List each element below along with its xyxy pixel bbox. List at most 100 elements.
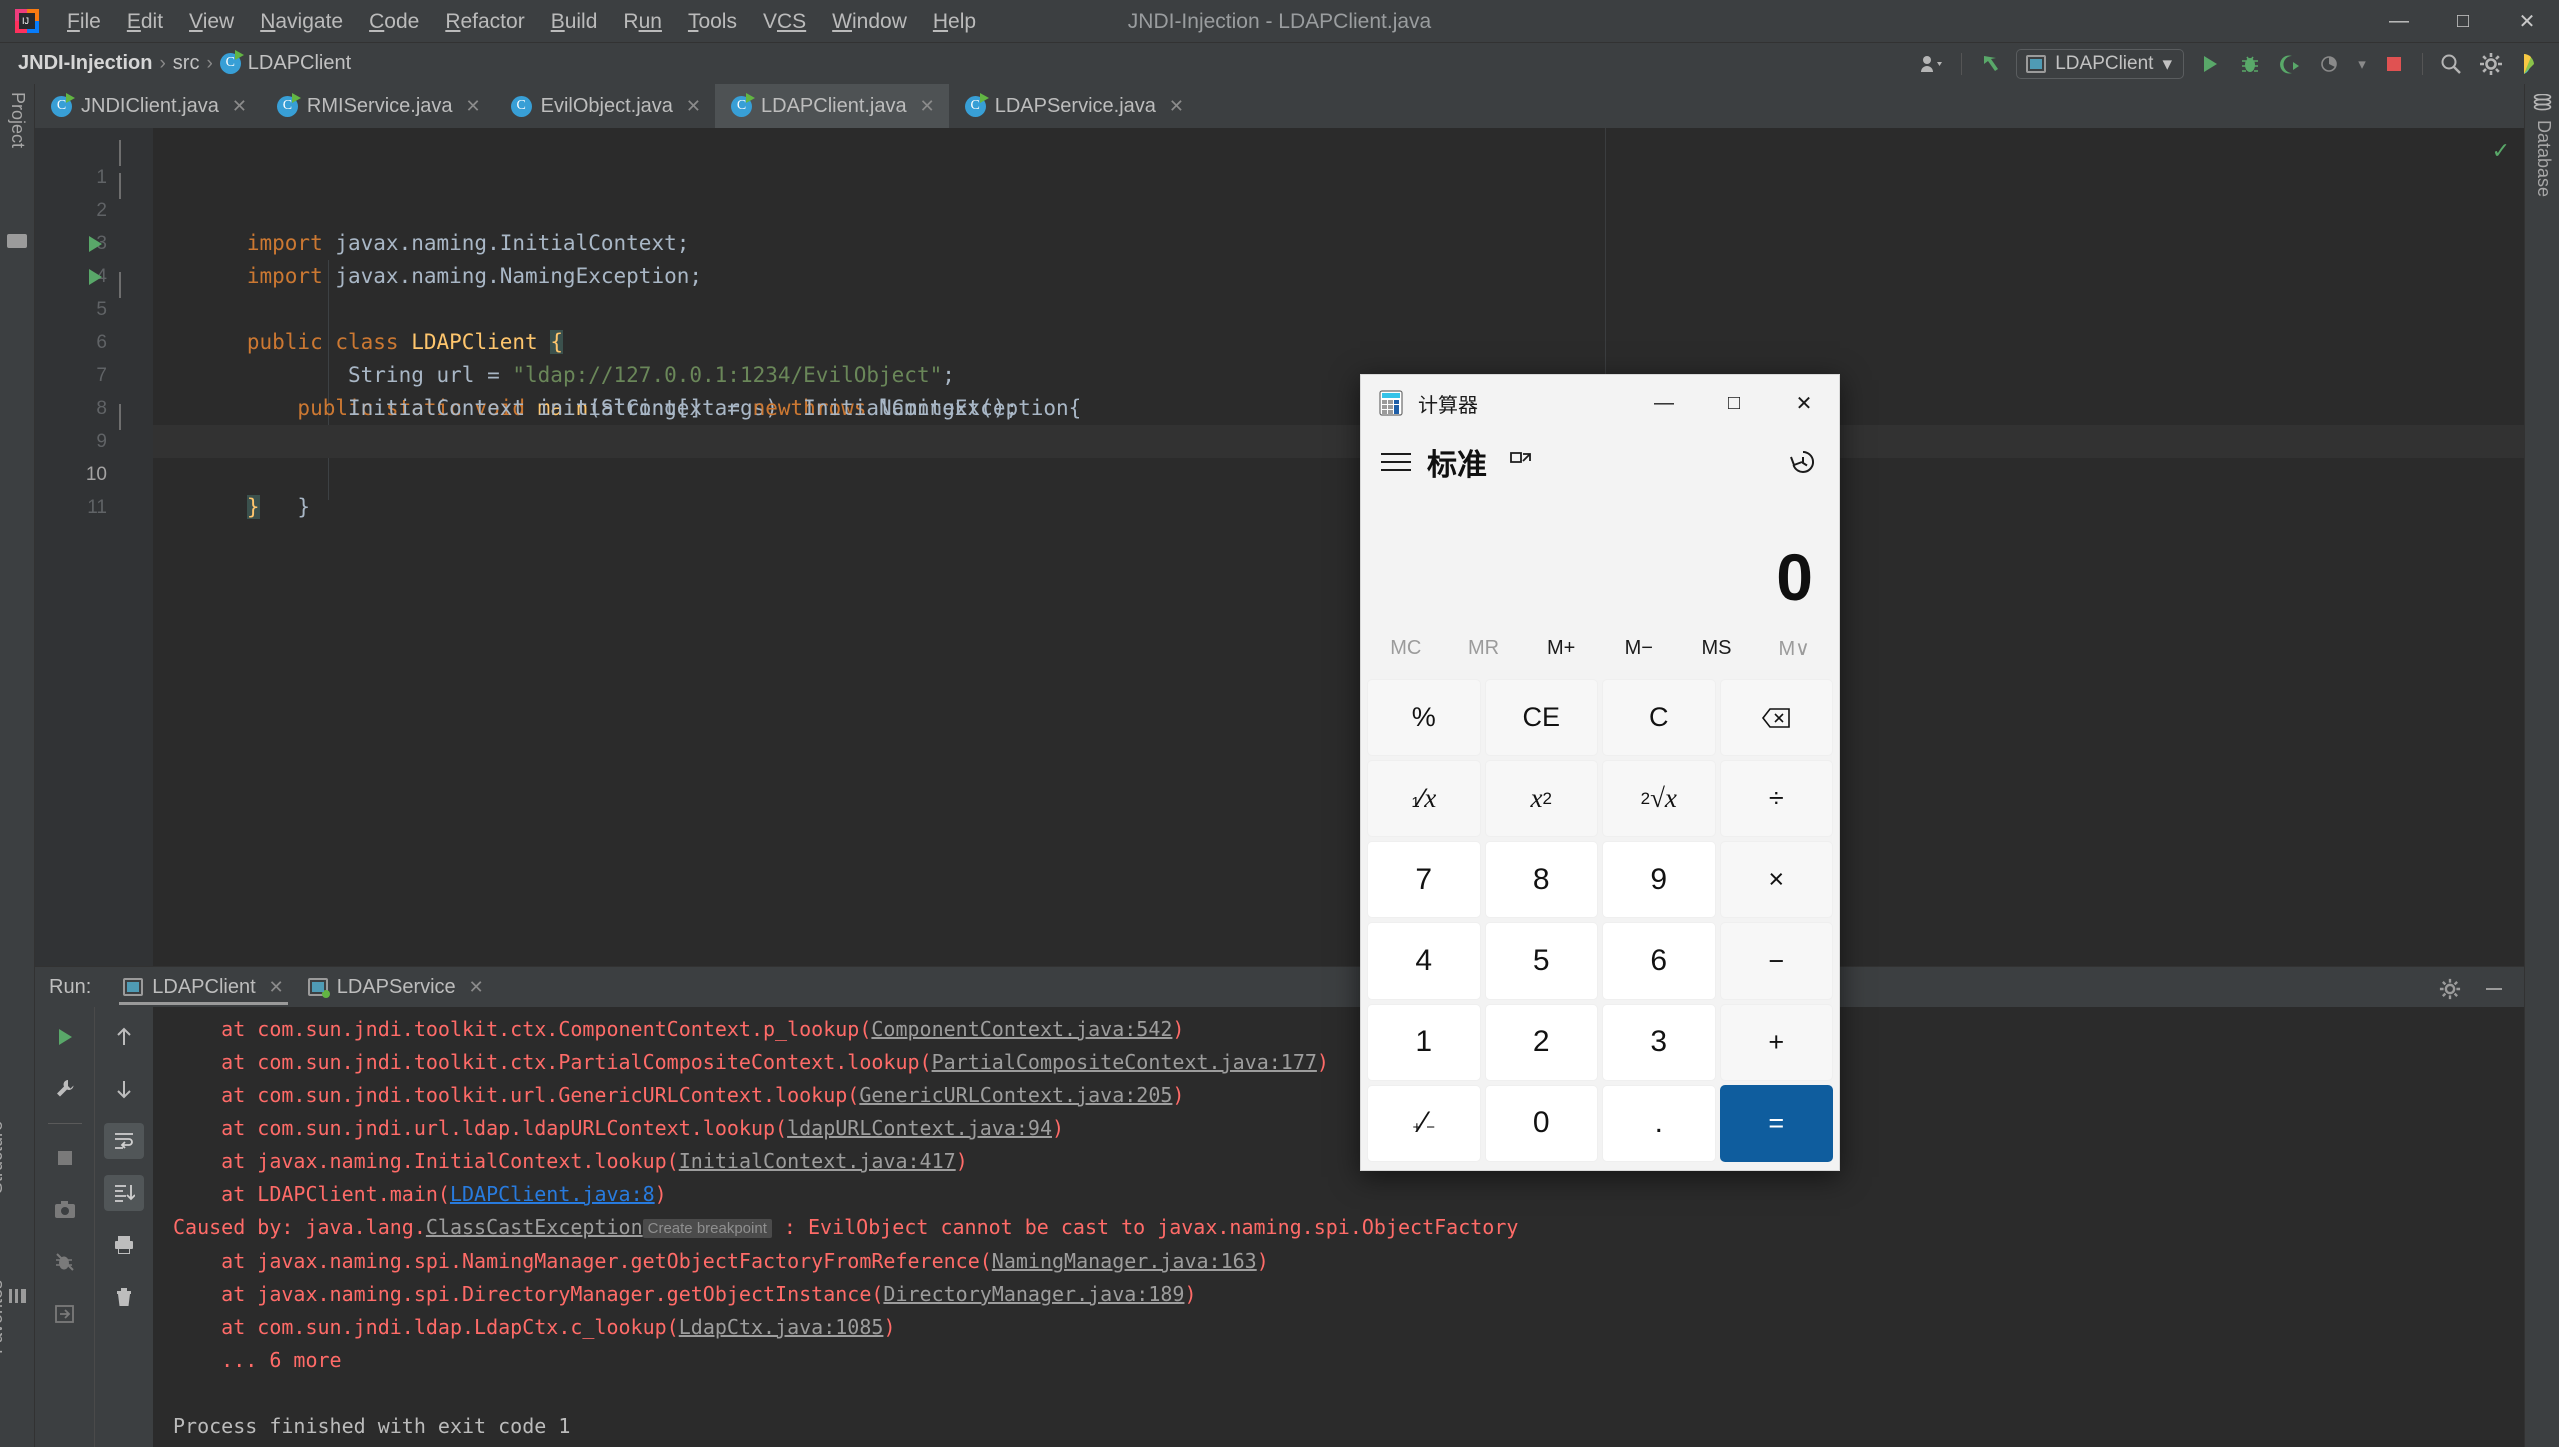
- menu-window[interactable]: Window: [819, 7, 920, 36]
- breadcrumb-project[interactable]: JNDI-Injection: [18, 52, 152, 75]
- sidebar-item-structure[interactable]: Structure: [0, 1121, 7, 1194]
- stop-icon[interactable]: [45, 1140, 85, 1176]
- update-project-icon[interactable]: [1970, 43, 2010, 85]
- keep-on-top-icon[interactable]: [1507, 448, 1535, 476]
- menu-file[interactable]: File: [54, 7, 114, 36]
- menu-refactor[interactable]: Refactor: [432, 7, 537, 36]
- run-button-icon[interactable]: [2190, 43, 2230, 85]
- settings-gear-icon[interactable]: [2430, 971, 2470, 1007]
- rerun-icon[interactable]: [45, 1019, 85, 1055]
- menu-run[interactable]: Run: [610, 7, 675, 36]
- calculator-title-bar[interactable]: 计算器 — □ ✕: [1361, 375, 1839, 431]
- print-icon[interactable]: [104, 1227, 144, 1263]
- key-reciprocal[interactable]: 1⁄x: [1367, 760, 1481, 838]
- fold-icon[interactable]: [119, 170, 134, 199]
- mute-breakpoints-icon[interactable]: [45, 1244, 85, 1280]
- key-2[interactable]: 2: [1484, 1003, 1598, 1081]
- down-arrow-icon[interactable]: [104, 1071, 144, 1107]
- sidebar-item-favorites[interactable]: Favorites: [0, 1280, 7, 1354]
- close-icon[interactable]: ✕: [1169, 96, 1184, 117]
- menu-help[interactable]: Help: [920, 7, 989, 36]
- breadcrumb-src[interactable]: src: [173, 52, 200, 75]
- exception-link[interactable]: ClassCastException: [426, 1215, 643, 1239]
- search-icon[interactable]: [2431, 43, 2471, 85]
- key-square[interactable]: x2: [1484, 760, 1598, 838]
- sidebar-item-project[interactable]: Project: [7, 92, 28, 148]
- calculator-maximize-button[interactable]: □: [1699, 375, 1769, 431]
- run-with-coverage-icon[interactable]: [2270, 43, 2310, 85]
- key-clear[interactable]: C: [1602, 679, 1716, 757]
- close-icon[interactable]: ✕: [686, 96, 701, 117]
- memory-list-button[interactable]: M∨: [1755, 636, 1833, 661]
- breadcrumb-file[interactable]: LDAPClient: [248, 52, 351, 75]
- run-tab-ldapclient[interactable]: LDAPClient ✕: [111, 967, 295, 1007]
- fold-icon[interactable]: [119, 269, 134, 298]
- close-icon[interactable]: ✕: [920, 96, 935, 117]
- source-link[interactable]: NamingManager.java:163: [992, 1249, 1257, 1273]
- source-link[interactable]: InitialContext.java:417: [679, 1149, 956, 1173]
- close-icon[interactable]: ✕: [232, 96, 247, 117]
- key-7[interactable]: 7: [1367, 841, 1481, 919]
- memory-clear-button[interactable]: MC: [1367, 637, 1445, 660]
- run-gutter-icon[interactable]: [89, 269, 102, 285]
- trash-icon[interactable]: [104, 1279, 144, 1315]
- camera-icon[interactable]: [45, 1192, 85, 1228]
- run-configuration-selector[interactable]: LDAPClient ▾: [2016, 49, 2184, 79]
- debug-button-icon[interactable]: [2230, 43, 2270, 85]
- close-button[interactable]: ✕: [2495, 0, 2559, 42]
- key-multiply[interactable]: ×: [1719, 841, 1833, 919]
- source-link[interactable]: DirectoryManager.java:189: [883, 1282, 1184, 1306]
- key-backspace[interactable]: [1719, 679, 1833, 757]
- stop-button-icon[interactable]: [2374, 43, 2414, 85]
- up-arrow-icon[interactable]: [104, 1019, 144, 1055]
- run-gutter-icon[interactable]: [89, 236, 102, 252]
- menu-code[interactable]: Code: [356, 7, 432, 36]
- editor-tab-jndiclient[interactable]: JNDIClient.java ✕: [35, 84, 261, 128]
- history-icon[interactable]: [1787, 446, 1819, 478]
- key-9[interactable]: 9: [1602, 841, 1716, 919]
- settings-gear-icon[interactable]: [2471, 43, 2511, 85]
- close-icon[interactable]: ✕: [466, 96, 481, 117]
- memory-add-button[interactable]: M+: [1522, 637, 1600, 660]
- source-link[interactable]: PartialCompositeContext.java:177: [932, 1050, 1317, 1074]
- source-link[interactable]: ComponentContext.java:542: [871, 1017, 1172, 1041]
- hamburger-menu-icon[interactable]: [1381, 447, 1411, 477]
- minimize-button[interactable]: —: [2367, 0, 2431, 42]
- create-breakpoint-hint[interactable]: Create breakpoint: [642, 1219, 772, 1238]
- calculator-close-button[interactable]: ✕: [1769, 375, 1839, 431]
- key-equals[interactable]: =: [1719, 1084, 1833, 1162]
- editor-tab-rmiservice[interactable]: RMIService.java ✕: [261, 84, 495, 128]
- profile-dropdown-icon[interactable]: ▾: [2350, 43, 2374, 85]
- editor-tab-evilobject[interactable]: EvilObject.java ✕: [495, 84, 715, 128]
- menu-build[interactable]: Build: [538, 7, 611, 36]
- sidebar-item-database[interactable]: Database: [2533, 120, 2554, 197]
- key-divide[interactable]: ÷: [1719, 760, 1833, 838]
- key-add[interactable]: +: [1719, 1003, 1833, 1081]
- memory-subtract-button[interactable]: M−: [1600, 637, 1678, 660]
- key-4[interactable]: 4: [1367, 922, 1481, 1000]
- source-link[interactable]: LdapCtx.java:1085: [679, 1315, 884, 1339]
- source-link[interactable]: GenericURLContext.java:205: [859, 1083, 1172, 1107]
- calculator-window[interactable]: 计算器 — □ ✕ 标准 0 MC MR M+ M− MS M∨ % CE C …: [1360, 374, 1840, 1171]
- menu-vcs[interactable]: VCS: [750, 7, 819, 36]
- key-sign-toggle[interactable]: +⁄−: [1367, 1084, 1481, 1162]
- editor-tab-ldapservice[interactable]: LDAPService.java ✕: [949, 84, 1198, 128]
- memory-recall-button[interactable]: MR: [1445, 637, 1523, 660]
- close-icon[interactable]: ✕: [469, 977, 484, 998]
- menu-navigate[interactable]: Navigate: [247, 7, 356, 36]
- close-icon[interactable]: ✕: [269, 977, 284, 998]
- edit-configuration-icon[interactable]: [45, 1071, 85, 1107]
- editor-tab-ldapclient[interactable]: LDAPClient.java ✕: [715, 84, 949, 128]
- key-clear-entry[interactable]: CE: [1484, 679, 1598, 757]
- profile-button-icon[interactable]: [2310, 43, 2350, 85]
- menu-bar[interactable]: File Edit View Navigate Code Refactor Bu…: [54, 7, 989, 36]
- menu-tools[interactable]: Tools: [675, 7, 750, 36]
- menu-view[interactable]: View: [176, 7, 247, 36]
- fold-icon[interactable]: [119, 401, 134, 430]
- key-6[interactable]: 6: [1602, 922, 1716, 1000]
- run-tab-ldapservice[interactable]: LDAPService ✕: [296, 967, 496, 1007]
- editor-text-area[interactable]: 1 import javax.naming.InitialContext; 2 …: [86, 128, 2524, 966]
- key-5[interactable]: 5: [1484, 922, 1598, 1000]
- scroll-to-end-icon[interactable]: [104, 1175, 144, 1211]
- hide-panel-icon[interactable]: [2474, 971, 2514, 1007]
